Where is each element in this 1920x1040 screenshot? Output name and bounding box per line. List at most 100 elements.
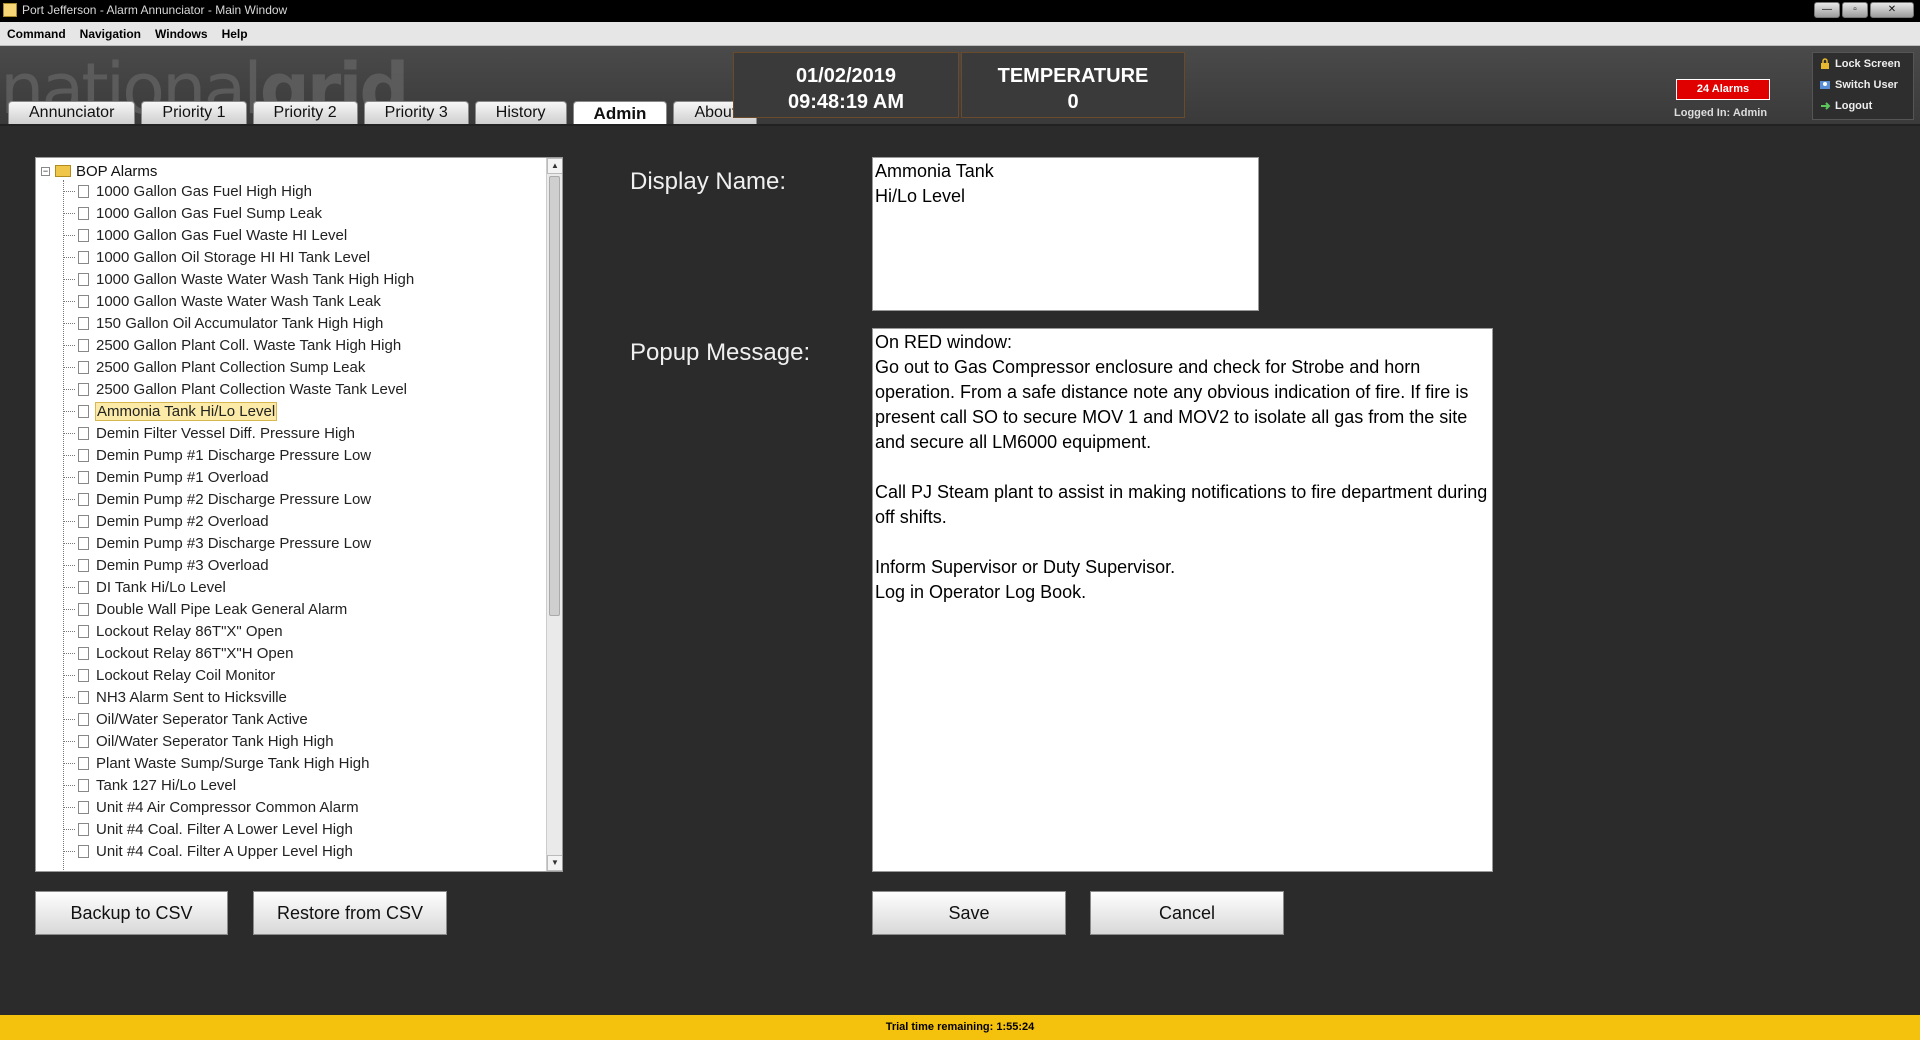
menu-navigation[interactable]: Navigation	[73, 27, 148, 41]
document-icon	[78, 338, 89, 352]
menu-bar: Command Navigation Windows Help	[0, 22, 1920, 46]
tree-item[interactable]: Double Wall Pipe Leak General Alarm	[63, 598, 415, 620]
tree-connector-line	[63, 542, 75, 544]
tree-connector-line	[63, 674, 75, 676]
temperature-display: TEMPERATURE 0	[961, 52, 1185, 118]
tree-item[interactable]: Lockout Relay 86T"X" Open	[63, 620, 415, 642]
tree-item[interactable]: Unit #4 Coal. Filter A Upper Level High	[63, 840, 415, 862]
tree-item[interactable]: Demin Pump #1 Overload	[63, 466, 415, 488]
tree-item[interactable]: Demin Filter Vessel Diff. Pressure High	[63, 422, 415, 444]
trial-footer: Trial time remaining: 1:55:24	[0, 1015, 1920, 1040]
document-icon	[78, 822, 89, 836]
tab-priority-3[interactable]: Priority 3	[363, 101, 469, 124]
tree-item[interactable]: DI Tank Hi/Lo Level	[63, 576, 415, 598]
tree-item-label: 150 Gallon Oil Accumulator Tank High Hig…	[96, 314, 384, 332]
menu-windows[interactable]: Windows	[148, 27, 215, 41]
close-button[interactable]: ✕	[1870, 2, 1914, 18]
tree-item-label: Demin Pump #3 Overload	[96, 556, 269, 574]
tree-connector-line	[63, 322, 75, 324]
tree-item-label: Lockout Relay 86T"X" Open	[96, 622, 283, 640]
tree-item-label: Demin Pump #3 Discharge Pressure Low	[96, 534, 372, 552]
tree-item[interactable]: 1000 Gallon Gas Fuel Sump Leak	[63, 202, 415, 224]
scroll-thumb[interactable]	[549, 176, 560, 616]
document-icon	[78, 536, 89, 550]
alarm-count-badge[interactable]: 24 Alarms	[1676, 79, 1770, 100]
tree-item[interactable]: Plant Waste Sump/Surge Tank High High	[63, 752, 415, 774]
document-icon	[78, 756, 89, 770]
tree-item-label: Unit #4 Coal. Filter A Lower Level High	[96, 820, 353, 838]
tree-item-label: Oil/Water Seperator Tank Active	[96, 710, 308, 728]
tree-item[interactable]: Tank 127 Hi/Lo Level	[63, 774, 415, 796]
minimize-button[interactable]: —	[1814, 2, 1840, 18]
alarm-tree[interactable]: − BOP Alarms 1000 Gallon Gas Fuel High H…	[35, 157, 563, 872]
header: nationalgrid Annunciator Priority 1 Prio…	[0, 46, 1920, 126]
tree-root[interactable]: − BOP Alarms	[41, 161, 157, 181]
tree-item[interactable]: 1000 Gallon Waste Water Wash Tank Leak	[63, 290, 415, 312]
display-name-field[interactable]: Ammonia Tank Hi/Lo Level	[872, 157, 1259, 311]
tree-item[interactable]: Unit #4 Air Compressor Common Alarm	[63, 796, 415, 818]
tree-item[interactable]: Demin Pump #3 Discharge Pressure Low	[63, 532, 415, 554]
app-icon	[3, 3, 17, 17]
collapse-icon[interactable]: −	[41, 167, 50, 176]
tree-item[interactable]: 2500 Gallon Plant Coll. Waste Tank High …	[63, 334, 415, 356]
tree-connector-line	[63, 432, 75, 434]
tree-item[interactable]: Lockout Relay 86T"X"H Open	[63, 642, 415, 664]
tree-item[interactable]: 1000 Gallon Waste Water Wash Tank High H…	[63, 268, 415, 290]
tree-connector-line	[63, 344, 75, 346]
tree-item[interactable]: 2500 Gallon Plant Collection Waste Tank …	[63, 378, 415, 400]
tree-item[interactable]: Demin Pump #2 Discharge Pressure Low	[63, 488, 415, 510]
menu-help[interactable]: Help	[215, 27, 255, 41]
document-icon	[78, 272, 89, 286]
tree-item[interactable]: 1000 Gallon Gas Fuel High High	[63, 180, 415, 202]
tree-connector-line	[63, 564, 75, 566]
tab-priority-2[interactable]: Priority 2	[252, 101, 358, 124]
tree-item[interactable]: 2500 Gallon Plant Collection Sump Leak	[63, 356, 415, 378]
cancel-button[interactable]: Cancel	[1090, 891, 1284, 935]
document-icon	[78, 206, 89, 220]
tree-item[interactable]: Demin Pump #3 Overload	[63, 554, 415, 576]
backup-csv-button[interactable]: Backup to CSV	[35, 891, 228, 935]
tab-history[interactable]: History	[474, 101, 567, 124]
popup-message-label: Popup Message:	[630, 339, 811, 366]
tree-connector-line	[63, 586, 75, 588]
document-icon	[78, 712, 89, 726]
tab-admin[interactable]: Admin	[572, 101, 668, 124]
tree-item-label: Lockout Relay 86T"X"H Open	[96, 644, 294, 662]
tree-scrollbar[interactable]: ▲ ▼	[546, 158, 562, 871]
tree-connector-line	[63, 828, 75, 830]
tree-item[interactable]: Demin Pump #1 Discharge Pressure Low	[63, 444, 415, 466]
restore-csv-button[interactable]: Restore from CSV	[253, 891, 447, 935]
tree-item-label: Tank 127 Hi/Lo Level	[96, 776, 237, 794]
maximize-button[interactable]: ▫	[1842, 2, 1868, 18]
save-button[interactable]: Save	[872, 891, 1066, 935]
tree-item-label: Unit #4 Air Compressor Common Alarm	[96, 798, 359, 816]
tree-item[interactable]: NH3 Alarm Sent to Hicksville	[63, 686, 415, 708]
tree-connector-line	[63, 652, 75, 654]
tree-connector-line	[63, 388, 75, 390]
tree-item[interactable]: 150 Gallon Oil Accumulator Tank High Hig…	[63, 312, 415, 334]
switch-user-button[interactable]: Switch User	[1813, 74, 1913, 95]
lock-screen-button[interactable]: Lock Screen	[1813, 53, 1913, 74]
tree-item[interactable]: Oil/Water Seperator Tank High High	[63, 730, 415, 752]
tree-item[interactable]: 1000 Gallon Oil Storage HI HI Tank Level	[63, 246, 415, 268]
tree-item[interactable]: Ammonia Tank Hi/Lo Level	[63, 400, 415, 422]
tab-annunciator[interactable]: Annunciator	[8, 101, 136, 124]
tree-item-label: Oil/Water Seperator Tank High High	[96, 732, 334, 750]
tree-item[interactable]: Demin Pump #2 Overload	[63, 510, 415, 532]
time-text: 09:48:19 AM	[788, 91, 904, 113]
popup-message-field[interactable]: On RED window: Go out to Gas Compressor …	[872, 328, 1493, 872]
scroll-up-icon[interactable]: ▲	[547, 158, 562, 174]
tree-item-label: 2500 Gallon Plant Collection Waste Tank …	[96, 380, 408, 398]
tree-item[interactable]: Unit #4 Coal. Filter A Lower Level High	[63, 818, 415, 840]
tab-priority-1[interactable]: Priority 1	[141, 101, 247, 124]
scroll-down-icon[interactable]: ▼	[547, 855, 562, 871]
menu-command[interactable]: Command	[0, 27, 73, 41]
tree-item[interactable]: Oil/Water Seperator Tank Active	[63, 708, 415, 730]
document-icon	[78, 602, 89, 616]
tree-item-label: 1000 Gallon Waste Water Wash Tank High H…	[96, 270, 415, 288]
logout-button[interactable]: Logout	[1813, 95, 1913, 116]
tree-item[interactable]: 1000 Gallon Gas Fuel Waste HI Level	[63, 224, 415, 246]
tree-connector-line	[63, 850, 75, 852]
tree-connector-line	[63, 762, 75, 764]
tree-item[interactable]: Lockout Relay Coil Monitor	[63, 664, 415, 686]
